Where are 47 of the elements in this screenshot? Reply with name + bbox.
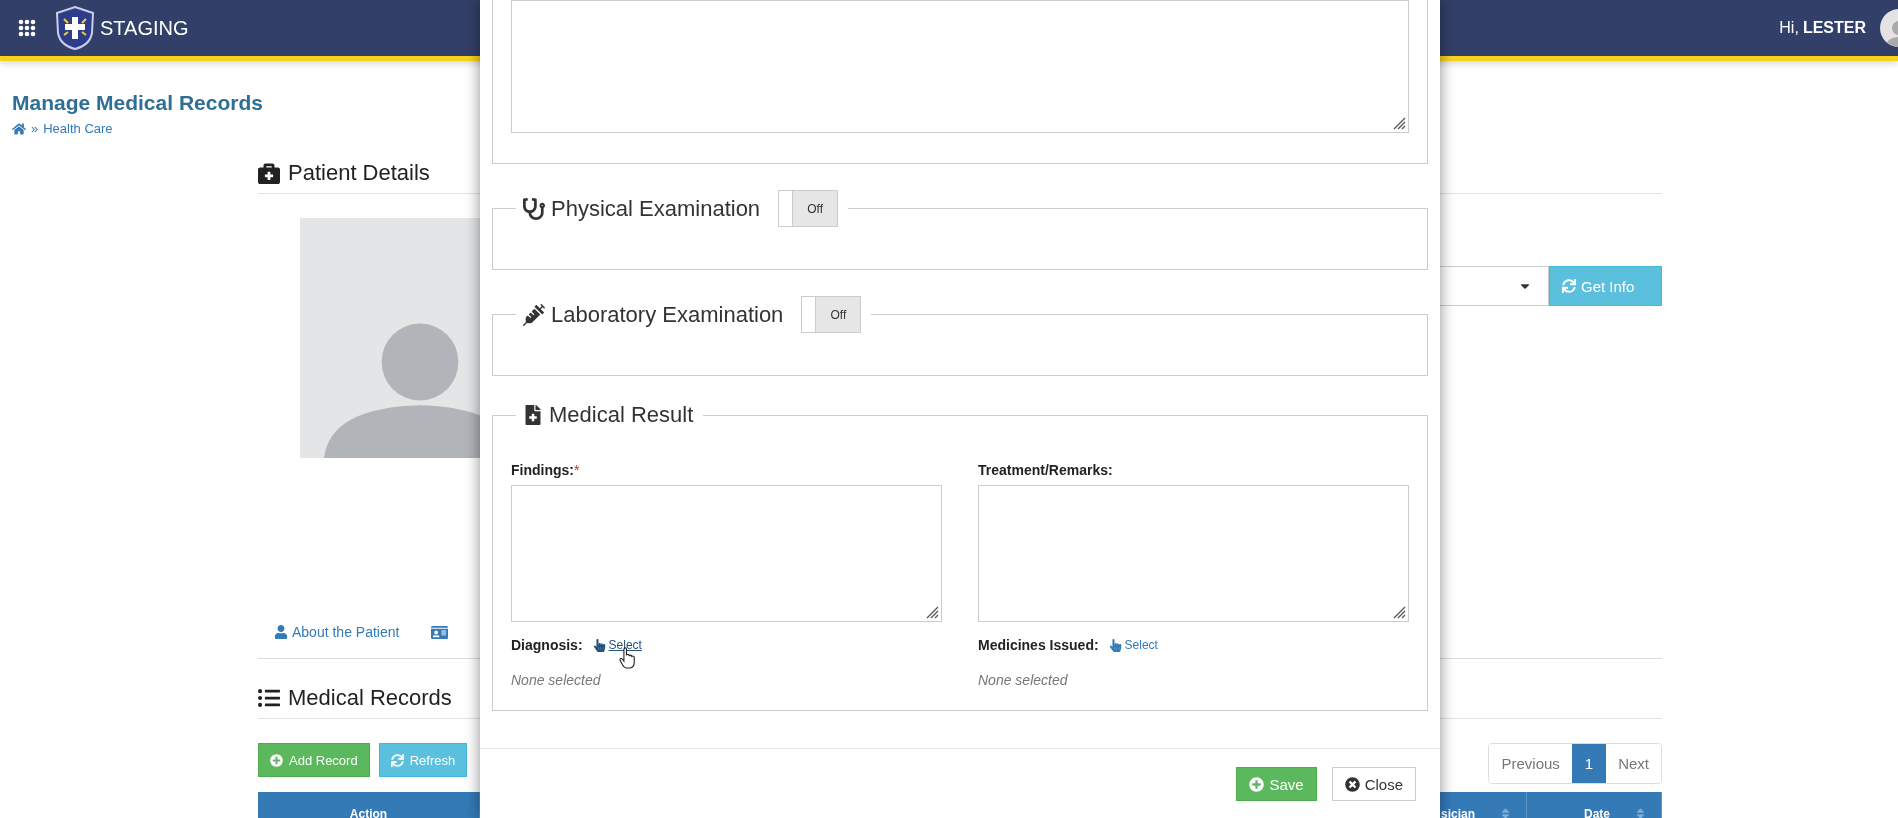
user-greeting: Hi, LESTER [1779, 19, 1866, 37]
pointing-hand-icon [592, 638, 606, 652]
pointing-hand-icon [1108, 638, 1122, 652]
patient-tab[interactable]: About the Patient [274, 624, 400, 642]
save-button[interactable]: Save [1236, 767, 1317, 801]
resize-grip-icon[interactable] [925, 605, 939, 619]
id-card-icon[interactable] [431, 624, 449, 641]
medical-file-icon [523, 405, 543, 425]
list-icon [258, 687, 280, 709]
select-link[interactable]: Select [1108, 638, 1158, 652]
section-title: Medical Records [288, 685, 452, 711]
hand-cursor-icon [618, 647, 636, 669]
resize-grip-icon[interactable] [1392, 116, 1406, 130]
brand-name: STAGING [100, 16, 189, 40]
refresh-icon [390, 753, 404, 767]
resize-grip-icon[interactable] [1392, 605, 1406, 619]
select-link[interactable]: Select [592, 638, 642, 652]
section-title: Physical Examination [551, 195, 761, 222]
field-label: Diagnosis: [511, 637, 583, 653]
selection-status: None selected [978, 672, 1069, 688]
refresh-icon [1562, 279, 1576, 293]
plus-icon [1249, 776, 1265, 792]
toggle-switch[interactable]: Off [801, 296, 862, 333]
medical-kit-icon [258, 162, 280, 184]
stethoscope-icon [523, 197, 545, 220]
breadcrumb-link[interactable]: Health Care [43, 121, 113, 136]
close-icon [1344, 776, 1360, 792]
section-title: Medical Result [549, 402, 694, 428]
home-icon[interactable] [12, 121, 26, 136]
breadcrumb-separator: » [31, 121, 39, 136]
field-label: Treatment/Remarks: [978, 462, 1114, 478]
syringe-icon [523, 303, 545, 326]
column-header[interactable]: Date [1527, 792, 1662, 818]
selection-status: None selected [511, 672, 602, 688]
plus-icon [270, 753, 283, 767]
field-label: Findings:* [511, 462, 581, 478]
user-icon [274, 625, 288, 639]
field-label: Medicines Issued: [978, 637, 1099, 653]
apps-grid-icon[interactable] [18, 19, 36, 37]
toolbar-button[interactable]: Add Record [258, 743, 370, 777]
section-title: Laboratory Examination [551, 301, 784, 328]
shield-logo [54, 5, 96, 51]
section-title: Patient Details [288, 160, 430, 186]
page-title: Manage Medical Records [12, 91, 264, 115]
toggle-switch[interactable]: Off [778, 190, 839, 227]
page-number-button[interactable]: 1 [1571, 744, 1607, 783]
close-button[interactable]: Close [1331, 767, 1416, 801]
